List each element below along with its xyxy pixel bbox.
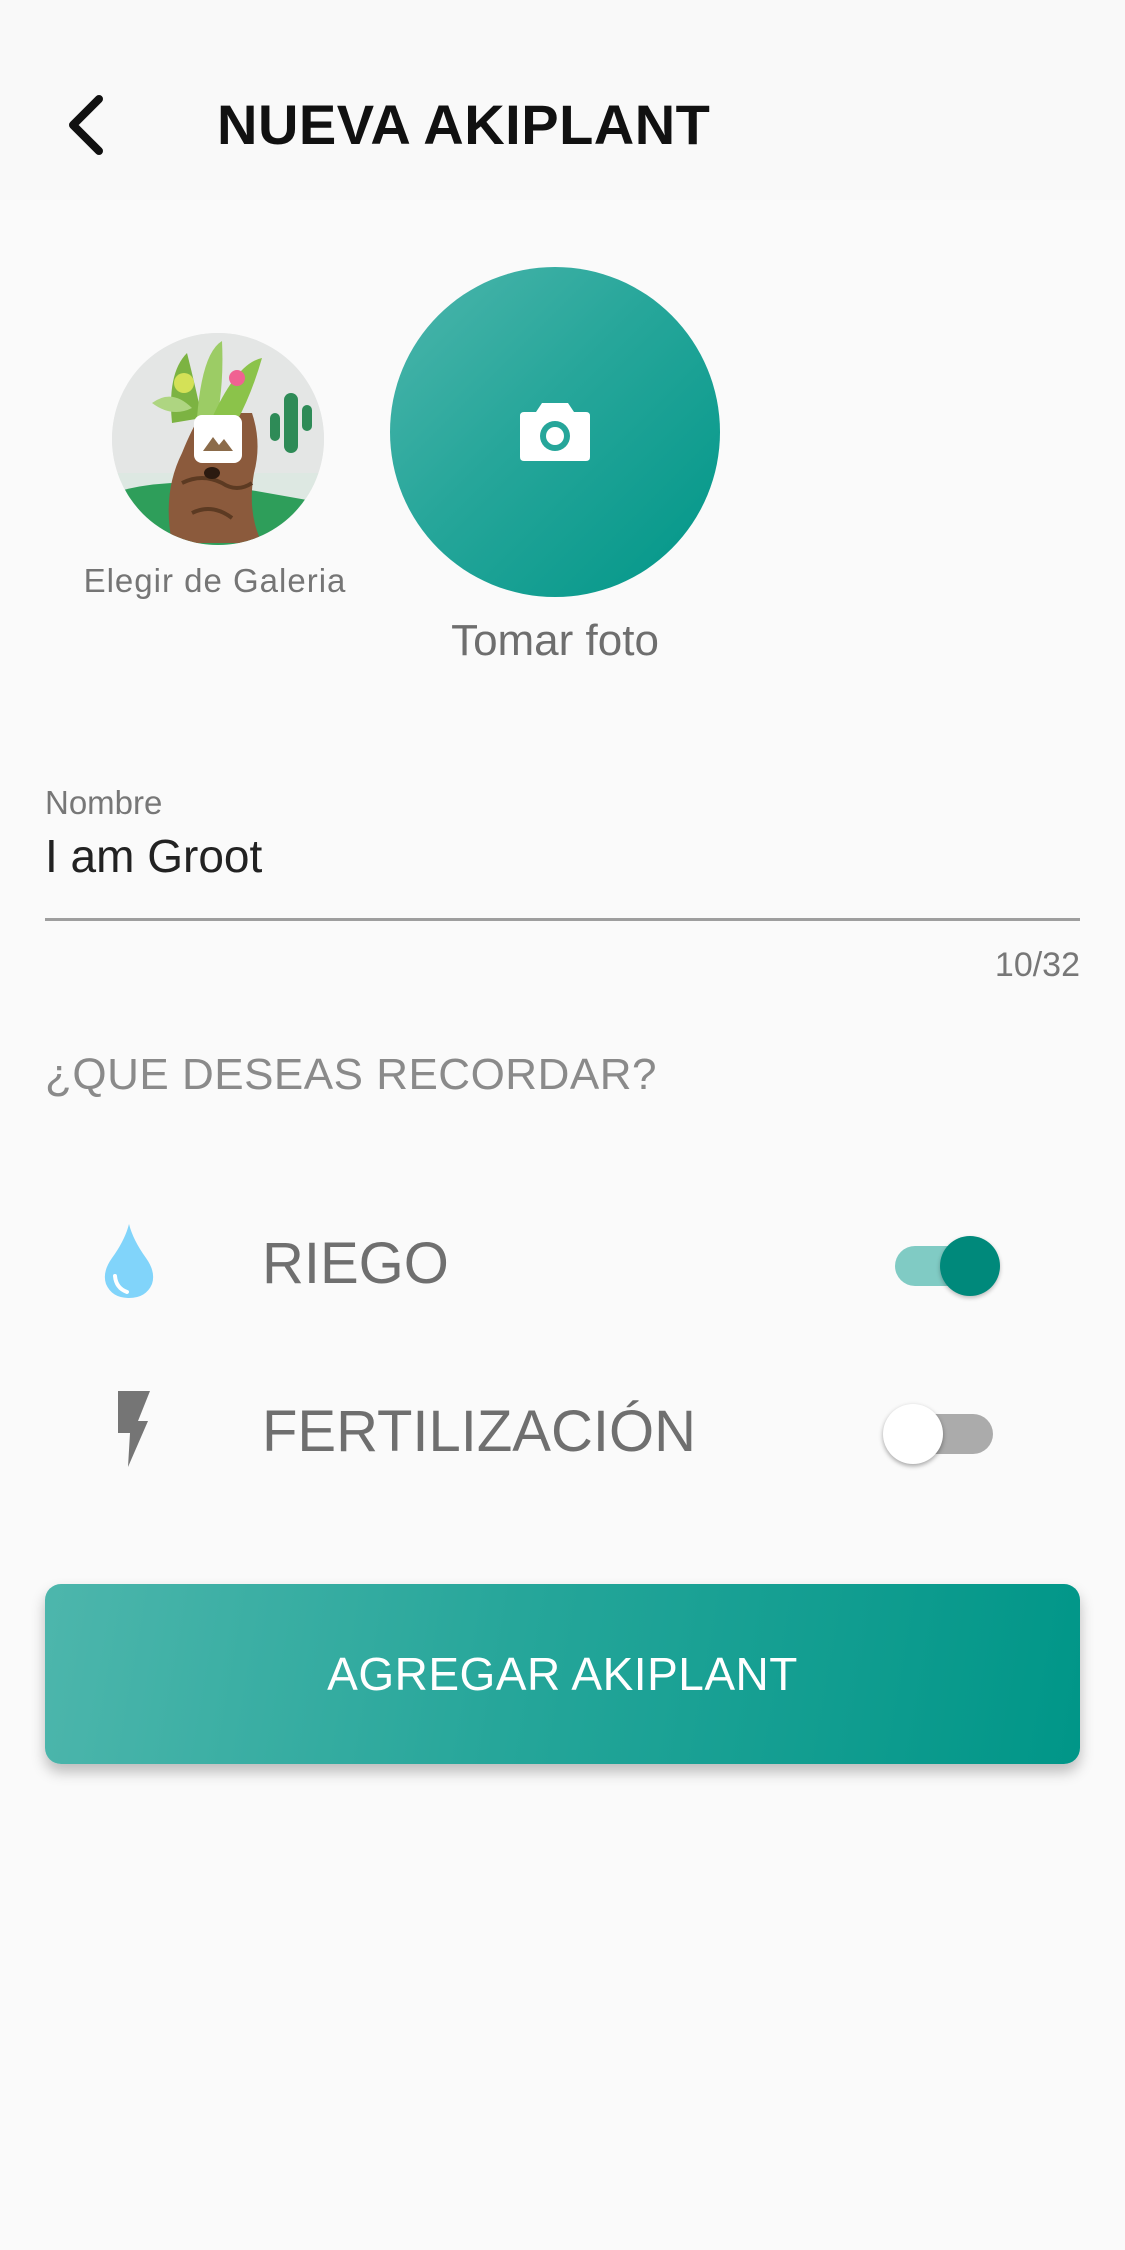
reminder-label-fertilizacion: FERTILIZACIÓN xyxy=(262,1399,696,1464)
gallery-label: Elegir de Galeria xyxy=(83,562,347,599)
name-field-underline xyxy=(45,918,1080,921)
app-bar: NUEVA AKIPLANT xyxy=(0,0,1125,200)
water-drop-icon xyxy=(92,1206,166,1316)
reminder-label-riego: RIEGO xyxy=(262,1231,449,1296)
name-field[interactable] xyxy=(45,826,1080,886)
reminders-section-title: ¿QUE DESEAS RECORDAR? xyxy=(45,1050,657,1099)
reminder-row-fertilizacion: FERTILIZACIÓN xyxy=(0,1374,1125,1484)
gallery-picker-button[interactable] xyxy=(112,333,324,545)
reminder-row-riego: RIEGO xyxy=(0,1206,1125,1316)
name-field-label: Nombre xyxy=(45,784,163,821)
riego-toggle-thumb xyxy=(940,1236,1000,1296)
page-title: NUEVA AKIPLANT xyxy=(217,93,711,156)
camera-icon xyxy=(520,403,590,461)
fertilizacion-toggle[interactable] xyxy=(883,1394,1003,1464)
riego-toggle[interactable] xyxy=(885,1226,1005,1296)
take-photo-label: Tomar foto xyxy=(451,616,659,665)
chevron-left-icon xyxy=(69,95,103,155)
back-button[interactable] xyxy=(50,80,120,170)
lightning-icon xyxy=(92,1374,166,1484)
add-akiplant-button-label: AGREGAR AKIPLANT xyxy=(327,1648,798,1700)
character-counter: 10/32 xyxy=(994,946,1080,984)
add-akiplant-button[interactable]: AGREGAR AKIPLANT xyxy=(45,1584,1080,1764)
new-akiplant-screen: NUEVA AKIPLANT Elegir de Galeria Tomar f… xyxy=(0,0,1125,2250)
image-icon xyxy=(194,415,242,463)
fertilizacion-toggle-thumb xyxy=(883,1404,943,1464)
take-photo-button[interactable] xyxy=(390,267,720,597)
